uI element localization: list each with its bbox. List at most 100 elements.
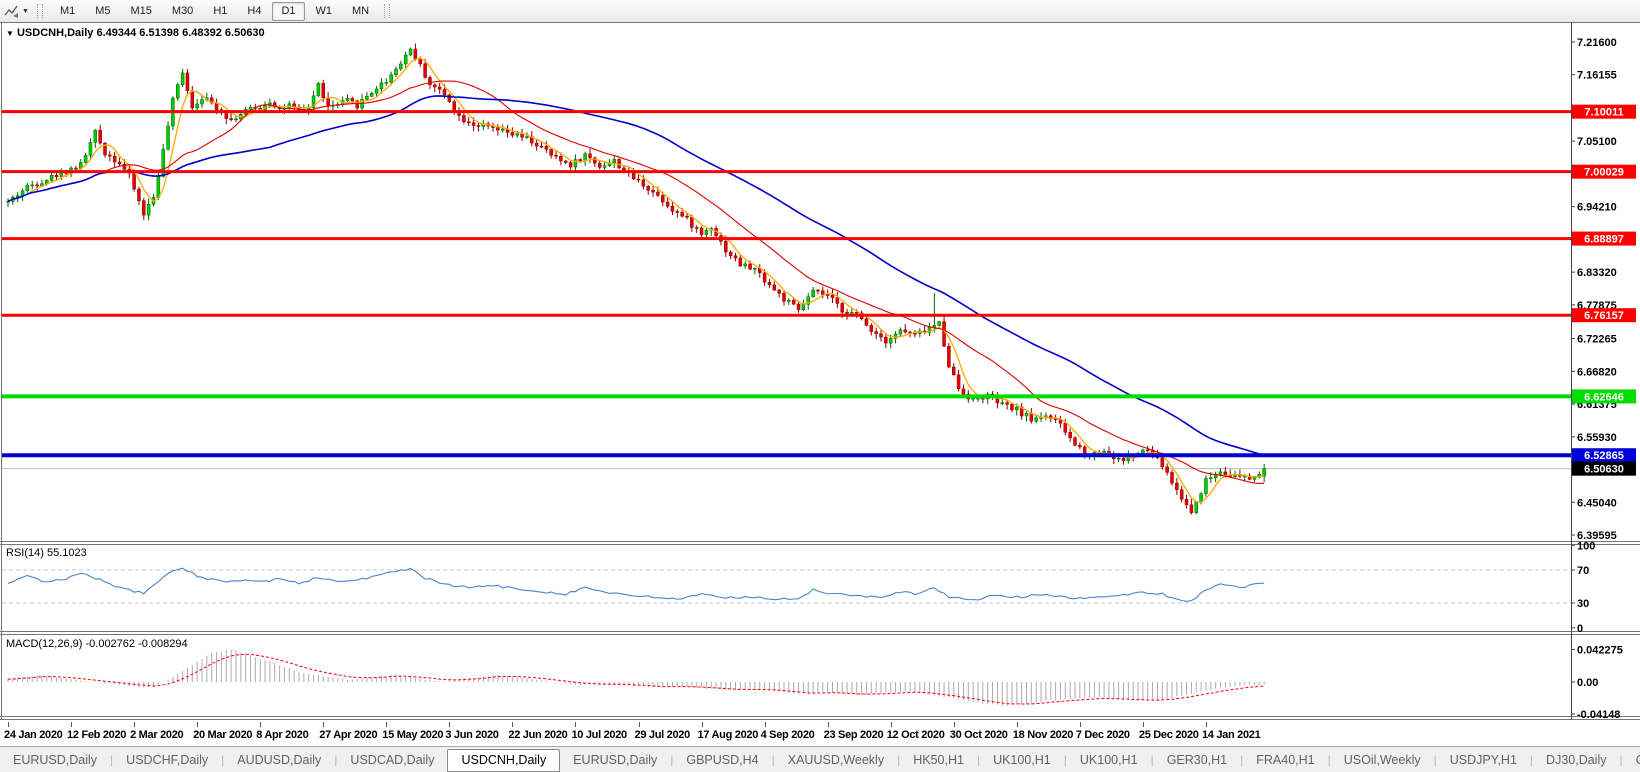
chart-tab-dj30-daily[interactable]: DJ30,Daily (1533, 750, 1619, 771)
hline-price-tag-6.88897: 6.88897 (1572, 232, 1636, 246)
chart-tab-usdjpy-h1[interactable]: USDJPY,H1 (1437, 750, 1530, 771)
chart-tab-usoil-weekly[interactable]: USOil,Weekly (1331, 750, 1434, 771)
date-tick (1017, 722, 1018, 727)
date-tick (575, 722, 576, 727)
date-tick (323, 722, 324, 727)
rsi-scale-tick: 0 (1577, 623, 1583, 635)
collapse-arrow-icon[interactable]: ▼ (6, 29, 14, 38)
chart-tab-ger30-h1[interactable]: GER30,H1 (1154, 750, 1240, 771)
date-label: 30 Oct 2020 (950, 729, 1008, 741)
rsi-level-lines (2, 570, 1571, 603)
chart-tab-usdcad-daily[interactable]: USDCAD,Daily (337, 750, 447, 771)
hline-price-tag-7.10011-text: 7.10011 (1584, 107, 1623, 119)
timeframe-button-m30[interactable]: M30 (163, 2, 202, 21)
macd-scale-tick: -0.04148 (1577, 709, 1620, 721)
price-tick: 6.45040 (1577, 497, 1617, 509)
date-axis[interactable]: 24 Jan 202012 Feb 20202 Mar 202020 Mar 2… (0, 722, 1640, 746)
macd-histogram (8, 650, 1264, 706)
date-label: 2 Mar 2020 (130, 729, 183, 741)
chart-symbol-label: USDCNH,Daily (17, 27, 93, 39)
date-tick (512, 722, 513, 727)
hline-price-tag-6.76157: 6.76157 (1572, 308, 1636, 322)
timeframe-button-m5[interactable]: M5 (86, 2, 119, 21)
date-tick (71, 722, 72, 727)
chart-title[interactable]: ▼ USDCNH,Daily 6.49344 6.51398 6.48392 6… (6, 27, 265, 39)
date-tick (702, 722, 703, 727)
date-label: 18 Nov 2020 (1013, 729, 1073, 741)
chart-tab-uk100-h1[interactable]: UK100,H1 (1067, 750, 1151, 771)
timeframe-button-m15[interactable]: M15 (122, 2, 161, 21)
date-label: 12 Feb 2020 (67, 729, 126, 741)
timeframe-button-h4[interactable]: H4 (238, 2, 270, 21)
panel-borders (0, 22, 1640, 720)
toolbar-grip (37, 4, 43, 18)
date-tick (1143, 722, 1144, 727)
macd-scale-tick: 0.042275 (1577, 644, 1623, 656)
date-label: 4 Sep 2020 (761, 729, 815, 741)
chart-tab-eurusd-daily[interactable]: EURUSD,Daily (0, 750, 110, 771)
timeframe-button-m1[interactable]: M1 (51, 2, 84, 21)
date-tick (954, 722, 955, 727)
rsi-line (8, 568, 1264, 601)
timeframe-toolbar: ▼ M1M5M15M30H1H4D1W1MN (0, 0, 1640, 23)
chart-tab-china300-h1[interactable]: CHINA300,H1 (1623, 750, 1640, 771)
price-tick: 6.83320 (1577, 267, 1617, 279)
chart-tab-xauusd-weekly[interactable]: XAUUSD,Weekly (775, 750, 897, 771)
price-tick: 6.55930 (1577, 432, 1617, 444)
toolbar-grip-end (384, 4, 390, 18)
chart-tool-icon (4, 4, 20, 18)
chart-tool-button[interactable]: ▼ (0, 1, 32, 21)
ma-fast-line (8, 58, 1264, 502)
hline-price-tag-7.10011: 7.10011 (1572, 105, 1636, 119)
price-axis[interactable]: 7.216007.161557.051006.942106.833206.778… (1571, 37, 1623, 721)
date-tick (1080, 722, 1081, 727)
date-tick (1206, 722, 1207, 727)
macd-name: MACD(12,26,9) (6, 638, 82, 650)
current-price-tag-text: 6.50630 (1584, 464, 1624, 476)
candles-group (7, 44, 1266, 515)
hline-price-tag-6.62646-text: 6.62646 (1584, 391, 1624, 403)
price-tick: 7.05100 (1577, 136, 1617, 148)
date-label: 14 Jan 2021 (1202, 729, 1260, 741)
ma-mid-line (8, 81, 1264, 483)
macd-label: MACD(12,26,9) -0.002762 -0.008294 (6, 638, 188, 650)
rsi-value: 55.1023 (47, 547, 87, 559)
date-label: 8 Apr 2020 (256, 729, 308, 741)
date-label: 25 Dec 2020 (1139, 729, 1199, 741)
chart-canvas[interactable]: 7.216007.161557.051006.942106.833206.778… (0, 22, 1640, 722)
timeframe-button-mn[interactable]: MN (343, 2, 378, 21)
timeframe-button-w1[interactable]: W1 (307, 2, 342, 21)
date-label: 24 Jan 2020 (4, 729, 62, 741)
macd-values: -0.002762 -0.008294 (85, 638, 187, 650)
chart-tab-fra40-h1[interactable]: FRA40,H1 (1243, 750, 1327, 771)
chart-tab-usdchf-daily[interactable]: USDCHF,Daily (113, 750, 221, 771)
price-tick: 6.72265 (1577, 334, 1617, 346)
tool-dropdown-arrow-icon[interactable]: ▼ (22, 8, 29, 15)
date-label: 29 Jul 2020 (635, 729, 690, 741)
date-tick (828, 722, 829, 727)
price-tick: 6.94210 (1577, 202, 1617, 214)
date-tick (386, 722, 387, 727)
date-tick (639, 722, 640, 727)
date-tick (197, 722, 198, 727)
date-tick (134, 722, 135, 727)
hline-price-tag-6.76157-text: 6.76157 (1584, 310, 1624, 322)
timeframe-button-h1[interactable]: H1 (204, 2, 236, 21)
hline-price-tag-7.00029: 7.00029 (1572, 165, 1636, 179)
mt4-window: ▼ M1M5M15M30H1H4D1W1MN 7.216007.161557.0… (0, 0, 1640, 772)
rsi-scale-tick: 100 (1577, 540, 1595, 552)
date-label: 15 May 2020 (382, 729, 443, 741)
chart-tab-uk100-h1[interactable]: UK100,H1 (980, 750, 1064, 771)
chart-tab-gbpusd-h4[interactable]: GBPUSD,H4 (673, 750, 771, 771)
chart-tab-audusd-daily[interactable]: AUDUSD,Daily (224, 750, 334, 771)
chart-tab-eurusd-daily[interactable]: EURUSD,Daily (560, 750, 670, 771)
timeframe-buttons: M1M5M15M30H1H4D1W1MN (50, 2, 379, 21)
date-label: 12 Oct 2020 (887, 729, 945, 741)
date-tick (260, 722, 261, 727)
hline-price-tag-6.52865: 6.52865 (1572, 448, 1636, 462)
timeframe-button-d1[interactable]: D1 (272, 2, 304, 21)
chart-tab-hk50-h1[interactable]: HK50,H1 (900, 750, 977, 771)
rsi-scale-tick: 70 (1577, 565, 1589, 577)
chart-tab-usdcnh-daily[interactable]: USDCNH,Daily (447, 749, 560, 772)
macd-scale-tick: 0.00 (1577, 677, 1598, 689)
